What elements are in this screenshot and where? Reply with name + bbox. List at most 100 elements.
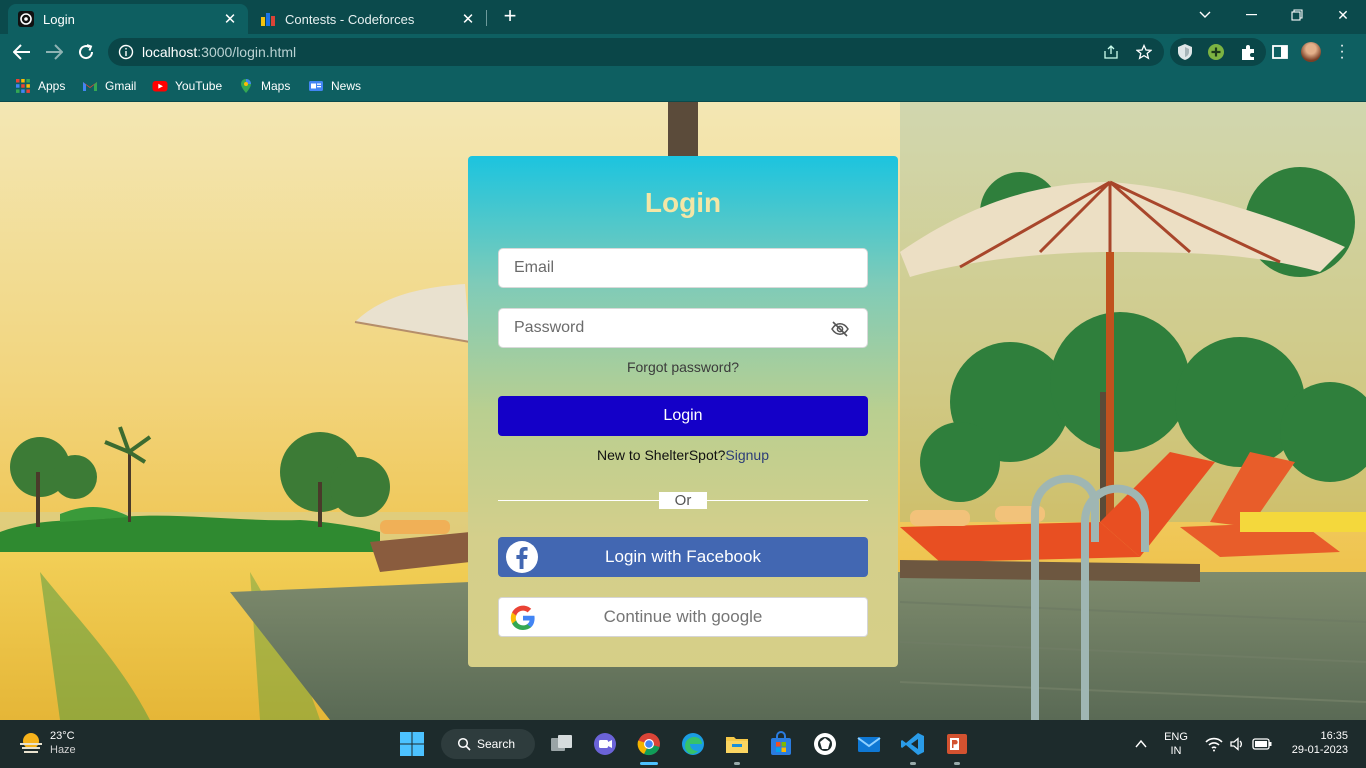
windows-start-icon[interactable] xyxy=(398,730,426,758)
haze-sun-icon xyxy=(20,733,42,753)
extensions-area xyxy=(1170,38,1266,66)
email-field[interactable] xyxy=(498,248,868,288)
mail-icon[interactable] xyxy=(855,730,883,758)
minimize-icon[interactable] xyxy=(1228,0,1274,30)
taskbar-search[interactable]: Search xyxy=(441,729,535,759)
back-arrow-icon[interactable] xyxy=(10,40,34,64)
apps-grid-icon xyxy=(16,79,30,93)
youtube-icon xyxy=(152,81,168,92)
google-login-button[interactable]: Continue with google xyxy=(498,597,868,637)
powerpoint-running-indicator xyxy=(954,762,960,765)
new-user-text: New to ShelterSpot? xyxy=(597,447,726,463)
powerpoint-icon[interactable] xyxy=(943,730,971,758)
clock[interactable]: 16:35 29-01-2023 xyxy=(1282,729,1348,757)
side-panel-icon[interactable] xyxy=(1271,43,1289,61)
language-code: ENG xyxy=(1164,731,1188,743)
bookmarks-bar: Apps Gmail YouTube Maps News xyxy=(0,70,1366,102)
vscode-running-indicator xyxy=(910,762,916,765)
share-icon[interactable] xyxy=(1103,44,1119,60)
input-language-indicator[interactable]: ENG IN xyxy=(1160,730,1192,758)
battery-icon[interactable] xyxy=(1252,738,1272,750)
profile-avatar[interactable] xyxy=(1301,42,1321,62)
vscode-icon[interactable] xyxy=(899,730,927,758)
login-title: Login xyxy=(644,187,722,218)
browser-menu-icon[interactable]: · · · xyxy=(1338,38,1346,66)
search-icon xyxy=(457,737,471,751)
facebook-button-label: Login with Facebook xyxy=(605,547,761,566)
temperature: 23°C xyxy=(50,730,75,742)
forward-arrow-icon[interactable] xyxy=(42,40,66,64)
tab-title: Login xyxy=(43,11,75,27)
site-info-icon[interactable] xyxy=(118,44,134,60)
bookmark-youtube[interactable]: YouTube xyxy=(152,76,222,96)
extensions-puzzle-icon[interactable] xyxy=(1239,43,1257,61)
or-label: Or xyxy=(659,492,707,509)
restore-icon[interactable] xyxy=(1274,0,1320,30)
maps-pin-icon xyxy=(241,79,251,93)
clock-time: 16:35 xyxy=(1320,730,1348,742)
url-path: :3000/login.html xyxy=(197,44,297,60)
clock-date: 29-01-2023 xyxy=(1291,744,1348,756)
wifi-icon[interactable] xyxy=(1205,736,1223,752)
password-field[interactable] xyxy=(498,308,868,348)
email-input[interactable] xyxy=(499,249,867,287)
chrome-icon[interactable] xyxy=(635,730,663,758)
password-input[interactable] xyxy=(499,309,867,347)
teams-meet-icon[interactable] xyxy=(591,730,619,758)
bookmark-star-icon[interactable] xyxy=(1136,44,1152,60)
browser-tab-strip: Login ✕ Contests - Codeforces ✕ + ✕ xyxy=(0,0,1366,34)
search-label: Search xyxy=(477,737,516,751)
bookmark-gmail[interactable]: Gmail xyxy=(82,76,136,96)
google-icon xyxy=(510,605,535,630)
bookmark-news[interactable]: News xyxy=(308,76,361,96)
edge-icon[interactable] xyxy=(679,730,707,758)
new-tab-icon[interactable]: + xyxy=(498,5,522,29)
google-button-label: Continue with google xyxy=(603,607,763,626)
signup-link[interactable]: Signup xyxy=(725,447,769,463)
tab-close-icon[interactable]: ✕ xyxy=(460,10,476,28)
tab-search-chevron-icon[interactable] xyxy=(1182,0,1228,30)
explorer-running-indicator xyxy=(734,762,740,765)
tab-codeforces[interactable]: Contests - Codeforces ✕ xyxy=(250,4,486,34)
gmail-icon xyxy=(83,82,97,91)
bookmark-label: News xyxy=(331,79,362,93)
weather-condition: Haze xyxy=(50,744,76,756)
shield-extension-icon[interactable] xyxy=(1176,43,1194,61)
windows-taskbar: 23°C Haze Search ENG IN 16:35 29-01-2023 xyxy=(0,720,1366,768)
facebook-login-button[interactable]: Login with Facebook xyxy=(498,537,868,577)
address-bar[interactable]: localhost:3000/login.html xyxy=(108,38,1164,66)
weather-widget[interactable]: 23°C Haze xyxy=(18,729,76,757)
tab-close-icon[interactable]: ✕ xyxy=(222,10,238,28)
chrome-running-indicator xyxy=(640,762,658,765)
bookmark-label: Apps xyxy=(38,79,66,93)
bookmark-apps[interactable]: Apps xyxy=(15,76,65,96)
signup-prompt: New to ShelterSpot?Signup xyxy=(468,447,898,463)
reload-icon[interactable] xyxy=(74,40,98,64)
url-host: localhost xyxy=(142,44,198,60)
bookmark-label: YouTube xyxy=(175,79,223,93)
login-button[interactable]: Login xyxy=(498,396,868,436)
bookmark-label: Gmail xyxy=(105,79,137,93)
volume-icon[interactable] xyxy=(1229,736,1245,752)
close-window-icon[interactable]: ✕ xyxy=(1320,0,1366,30)
url-text: localhost:3000/login.html xyxy=(142,44,296,60)
github-style-app-icon[interactable] xyxy=(811,730,839,758)
microsoft-store-icon[interactable] xyxy=(767,730,795,758)
file-explorer-icon[interactable] xyxy=(723,730,751,758)
bookmark-maps[interactable]: Maps xyxy=(238,76,290,96)
tab-title: Contests - Codeforces xyxy=(285,11,415,27)
facebook-icon xyxy=(506,541,538,573)
green-plus-extension-icon[interactable] xyxy=(1207,43,1225,61)
region-code: IN xyxy=(1170,745,1182,757)
tab-login[interactable]: Login ✕ xyxy=(8,4,248,34)
codeforces-favicon-icon xyxy=(261,13,275,26)
browser-toolbar: localhost:3000/login.html · · · xyxy=(0,34,1366,70)
login-card: Login Forgot password? Login New to Shel… xyxy=(468,156,898,667)
tab-separator xyxy=(486,10,487,26)
show-hidden-icons-chevron-icon[interactable] xyxy=(1135,739,1147,748)
task-view-icon[interactable] xyxy=(548,730,576,758)
bookmark-label: Maps xyxy=(261,79,291,93)
eye-slash-icon[interactable] xyxy=(831,321,849,337)
news-icon xyxy=(309,81,323,91)
forgot-password-link[interactable]: Forgot password? xyxy=(468,359,898,375)
